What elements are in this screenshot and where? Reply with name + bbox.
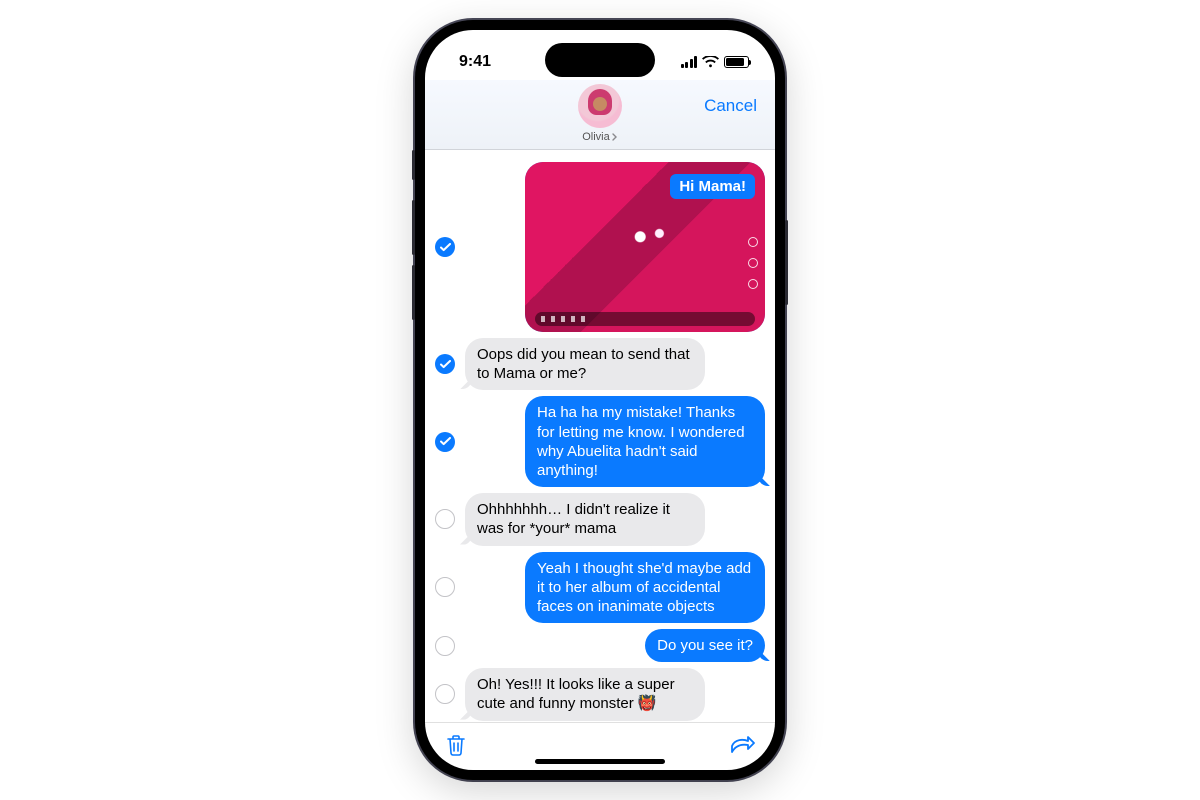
message-row: Hi Mama! (435, 162, 765, 332)
message-bubble[interactable]: Oh! Yes!!! It looks like a super cute an… (465, 668, 705, 720)
share-button[interactable] (729, 734, 755, 759)
home-indicator[interactable] (535, 759, 665, 764)
select-checkbox[interactable] (435, 432, 455, 452)
select-checkbox[interactable] (435, 577, 455, 597)
conversation-header: Olivia Cancel (425, 80, 775, 150)
iphone-device-frame: 9:41 Olivia Cancel (415, 20, 785, 780)
select-checkbox[interactable] (435, 354, 455, 374)
message-bubble[interactable]: Oops did you mean to send that to Mama o… (465, 338, 705, 390)
wifi-icon (702, 56, 719, 68)
screen: 9:41 Olivia Cancel (425, 30, 775, 770)
chevron-right-icon (612, 133, 618, 141)
message-row: Yeah I thought she'd maybe add it to her… (435, 552, 765, 624)
message-bubble[interactable]: Do you see it? (645, 629, 765, 662)
camera-toolbar-icon (535, 312, 755, 326)
message-row: Ohhhhhhh… I didn't realize it was for *y… (435, 493, 765, 545)
cancel-button[interactable]: Cancel (704, 96, 757, 116)
status-time: 9:41 (459, 53, 491, 71)
trash-icon (445, 733, 467, 757)
cellular-icon (681, 56, 698, 68)
message-row: Ha ha ha my mistake! Thanks for letting … (435, 396, 765, 487)
delete-button[interactable] (445, 733, 467, 760)
dynamic-island (545, 43, 655, 77)
message-row: Oops did you mean to send that to Mama o… (435, 338, 765, 390)
select-checkbox[interactable] (435, 509, 455, 529)
message-row: Do you see it? (435, 629, 765, 662)
contact-avatar[interactable] (578, 84, 622, 128)
message-bubble[interactable]: Yeah I thought she'd maybe add it to her… (525, 552, 765, 624)
message-bubble[interactable]: Ohhhhhhh… I didn't realize it was for *y… (465, 493, 705, 545)
battery-icon (724, 56, 749, 68)
message-bubble[interactable]: Ha ha ha my mistake! Thanks for letting … (525, 396, 765, 487)
select-checkbox[interactable] (435, 636, 455, 656)
select-checkbox[interactable] (435, 684, 455, 704)
message-thread[interactable]: Hi Mama! Oops did you mean to send that … (425, 150, 775, 722)
share-arrow-icon (729, 734, 755, 756)
camera-controls-icon (745, 237, 761, 289)
message-row: Oh! Yes!!! It looks like a super cute an… (435, 668, 765, 720)
contact-name[interactable]: Olivia (582, 131, 618, 143)
photo-caption: Hi Mama! (670, 174, 755, 199)
message-photo[interactable]: Hi Mama! (525, 162, 765, 332)
select-checkbox[interactable] (435, 237, 455, 257)
